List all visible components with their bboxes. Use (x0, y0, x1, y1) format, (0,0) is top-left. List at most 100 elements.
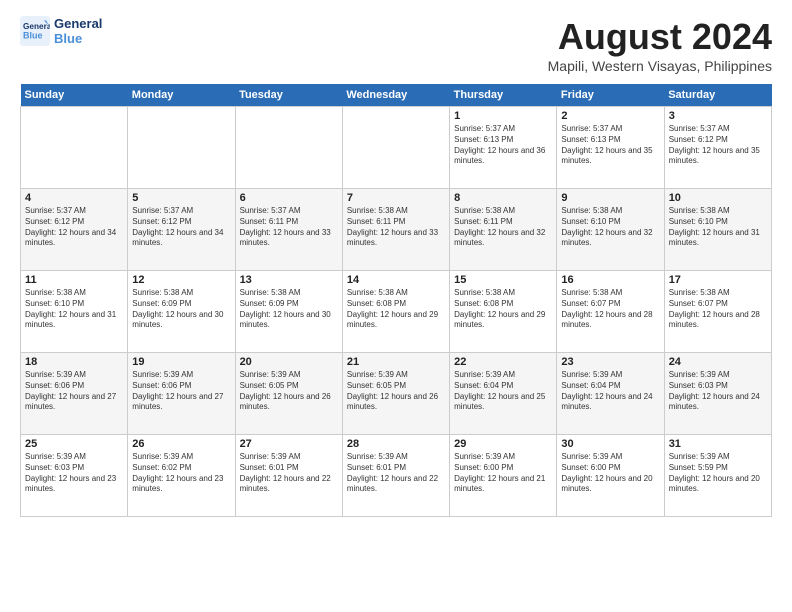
day-number: 23 (561, 356, 659, 368)
day-info: Sunrise: 5:39 AM Sunset: 6:06 PM Dayligh… (25, 370, 123, 413)
calendar-cell: 2 Sunrise: 5:37 AM Sunset: 6:13 PM Daylig… (557, 107, 664, 189)
header-thursday: Thursday (450, 84, 557, 107)
calendar-cell (235, 107, 342, 189)
calendar-page: General Blue General Blue August 2024 Ma… (0, 0, 792, 612)
day-info: Sunrise: 5:38 AM Sunset: 6:10 PM Dayligh… (669, 206, 767, 249)
day-number: 5 (132, 192, 230, 204)
calendar-cell: 11 Sunrise: 5:38 AM Sunset: 6:10 PM Dayli… (21, 271, 128, 353)
day-info: Sunrise: 5:37 AM Sunset: 6:12 PM Dayligh… (132, 206, 230, 249)
calendar-table: SundayMondayTuesdayWednesdayThursdayFrid… (20, 84, 772, 517)
calendar-cell: 18Sunrise: 5:39 AM Sunset: 6:06 PM Dayli… (21, 353, 128, 435)
calendar-cell: 16 Sunrise: 5:38 AM Sunset: 6:07 PM Dayli… (557, 271, 664, 353)
day-number: 7 (347, 192, 445, 204)
calendar-cell: 15Sunrise: 5:38 AM Sunset: 6:08 PM Dayli… (450, 271, 557, 353)
day-info: Sunrise: 5:37 AM Sunset: 6:11 PM Dayligh… (240, 206, 338, 249)
calendar-cell: 5 Sunrise: 5:37 AM Sunset: 6:12 PM Daylig… (128, 189, 235, 271)
day-info: Sunrise: 5:39 AM Sunset: 6:00 PM Dayligh… (561, 452, 659, 495)
day-number: 24 (669, 356, 767, 368)
day-number: 17 (669, 274, 767, 286)
logo-icon: General Blue (20, 16, 50, 46)
header-tuesday: Tuesday (235, 84, 342, 107)
calendar-cell: 19 Sunrise: 5:39 AM Sunset: 6:06 PM Dayli… (128, 353, 235, 435)
week-row-4: 18Sunrise: 5:39 AM Sunset: 6:06 PM Dayli… (21, 353, 772, 435)
day-number: 27 (240, 438, 338, 450)
day-number: 30 (561, 438, 659, 450)
calendar-cell: 10 Sunrise: 5:38 AM Sunset: 6:10 PM Dayli… (664, 189, 771, 271)
calendar-cell: 7 Sunrise: 5:38 AM Sunset: 6:11 PM Daylig… (342, 189, 449, 271)
week-row-5: 25Sunrise: 5:39 AM Sunset: 6:03 PM Dayli… (21, 435, 772, 517)
calendar-cell: 30 Sunrise: 5:39 AM Sunset: 6:00 PM Dayli… (557, 435, 664, 517)
day-info: Sunrise: 5:39 AM Sunset: 6:05 PM Dayligh… (240, 370, 338, 413)
calendar-cell: 29 Sunrise: 5:39 AM Sunset: 6:00 PM Dayli… (450, 435, 557, 517)
calendar-cell: 9 Sunrise: 5:38 AM Sunset: 6:10 PM Daylig… (557, 189, 664, 271)
svg-text:General: General (23, 22, 50, 31)
location: Mapili, Western Visayas, Philippines (548, 58, 772, 74)
week-row-2: 4 Sunrise: 5:37 AM Sunset: 6:12 PM Daylig… (21, 189, 772, 271)
calendar-cell: 22 Sunrise: 5:39 AM Sunset: 6:04 PM Dayli… (450, 353, 557, 435)
logo-text-line1: General (54, 16, 102, 31)
day-number: 21 (347, 356, 445, 368)
day-info: Sunrise: 5:38 AM Sunset: 6:11 PM Dayligh… (454, 206, 552, 249)
calendar-cell: 17 Sunrise: 5:38 AM Sunset: 6:07 PM Dayli… (664, 271, 771, 353)
calendar-cell: 6Sunrise: 5:37 AM Sunset: 6:11 PM Daylig… (235, 189, 342, 271)
calendar-cell (342, 107, 449, 189)
day-info: Sunrise: 5:39 AM Sunset: 6:01 PM Dayligh… (347, 452, 445, 495)
header-sunday: Sunday (21, 84, 128, 107)
day-info: Sunrise: 5:39 AM Sunset: 6:02 PM Dayligh… (132, 452, 230, 495)
day-info: Sunrise: 5:38 AM Sunset: 6:07 PM Dayligh… (669, 288, 767, 331)
logo-text-line2: Blue (54, 31, 102, 46)
day-info: Sunrise: 5:37 AM Sunset: 6:12 PM Dayligh… (25, 206, 123, 249)
day-number: 19 (132, 356, 230, 368)
calendar-cell: 4 Sunrise: 5:37 AM Sunset: 6:12 PM Daylig… (21, 189, 128, 271)
day-info: Sunrise: 5:37 AM Sunset: 6:12 PM Dayligh… (669, 124, 767, 167)
header-saturday: Saturday (664, 84, 771, 107)
calendar-cell: 28 Sunrise: 5:39 AM Sunset: 6:01 PM Dayli… (342, 435, 449, 517)
day-number: 9 (561, 192, 659, 204)
day-number: 29 (454, 438, 552, 450)
day-number: 3 (669, 110, 767, 122)
day-info: Sunrise: 5:38 AM Sunset: 6:08 PM Dayligh… (454, 288, 552, 331)
day-number: 22 (454, 356, 552, 368)
day-number: 31 (669, 438, 767, 450)
calendar-cell: 23 Sunrise: 5:39 AM Sunset: 6:04 PM Dayli… (557, 353, 664, 435)
calendar-cell: 13Sunrise: 5:38 AM Sunset: 6:09 PM Dayli… (235, 271, 342, 353)
calendar-cell: 21 Sunrise: 5:39 AM Sunset: 6:05 PM Dayli… (342, 353, 449, 435)
day-number: 2 (561, 110, 659, 122)
logo: General Blue General Blue (20, 16, 102, 46)
week-row-3: 11 Sunrise: 5:38 AM Sunset: 6:10 PM Dayli… (21, 271, 772, 353)
day-info: Sunrise: 5:37 AM Sunset: 6:13 PM Dayligh… (561, 124, 659, 167)
day-info: Sunrise: 5:39 AM Sunset: 6:00 PM Dayligh… (454, 452, 552, 495)
day-number: 11 (25, 274, 123, 286)
day-number: 28 (347, 438, 445, 450)
day-info: Sunrise: 5:38 AM Sunset: 6:07 PM Dayligh… (561, 288, 659, 331)
svg-text:Blue: Blue (23, 31, 43, 41)
day-number: 26 (132, 438, 230, 450)
day-info: Sunrise: 5:39 AM Sunset: 6:04 PM Dayligh… (454, 370, 552, 413)
day-number: 12 (132, 274, 230, 286)
calendar-cell: 20 Sunrise: 5:39 AM Sunset: 6:05 PM Dayli… (235, 353, 342, 435)
day-info: Sunrise: 5:39 AM Sunset: 6:04 PM Dayligh… (561, 370, 659, 413)
calendar-cell: 25Sunrise: 5:39 AM Sunset: 6:03 PM Dayli… (21, 435, 128, 517)
week-row-1: 1Sunrise: 5:37 AM Sunset: 6:13 PM Daylig… (21, 107, 772, 189)
header-friday: Friday (557, 84, 664, 107)
day-info: Sunrise: 5:38 AM Sunset: 6:10 PM Dayligh… (25, 288, 123, 331)
calendar-cell: 3 Sunrise: 5:37 AM Sunset: 6:12 PM Daylig… (664, 107, 771, 189)
day-info: Sunrise: 5:39 AM Sunset: 6:01 PM Dayligh… (240, 452, 338, 495)
day-number: 8 (454, 192, 552, 204)
calendar-cell: 1Sunrise: 5:37 AM Sunset: 6:13 PM Daylig… (450, 107, 557, 189)
day-info: Sunrise: 5:39 AM Sunset: 6:06 PM Dayligh… (132, 370, 230, 413)
day-info: Sunrise: 5:38 AM Sunset: 6:10 PM Dayligh… (561, 206, 659, 249)
day-info: Sunrise: 5:39 AM Sunset: 6:05 PM Dayligh… (347, 370, 445, 413)
calendar-cell: 24Sunrise: 5:39 AM Sunset: 6:03 PM Dayli… (664, 353, 771, 435)
day-number: 16 (561, 274, 659, 286)
day-info: Sunrise: 5:38 AM Sunset: 6:09 PM Dayligh… (240, 288, 338, 331)
day-info: Sunrise: 5:38 AM Sunset: 6:11 PM Dayligh… (347, 206, 445, 249)
day-number: 20 (240, 356, 338, 368)
day-number: 4 (25, 192, 123, 204)
day-number: 10 (669, 192, 767, 204)
day-info: Sunrise: 5:39 AM Sunset: 5:59 PM Dayligh… (669, 452, 767, 495)
calendar-cell: 27 Sunrise: 5:39 AM Sunset: 6:01 PM Dayli… (235, 435, 342, 517)
calendar-cell (128, 107, 235, 189)
calendar-cell: 26 Sunrise: 5:39 AM Sunset: 6:02 PM Dayli… (128, 435, 235, 517)
header-wednesday: Wednesday (342, 84, 449, 107)
